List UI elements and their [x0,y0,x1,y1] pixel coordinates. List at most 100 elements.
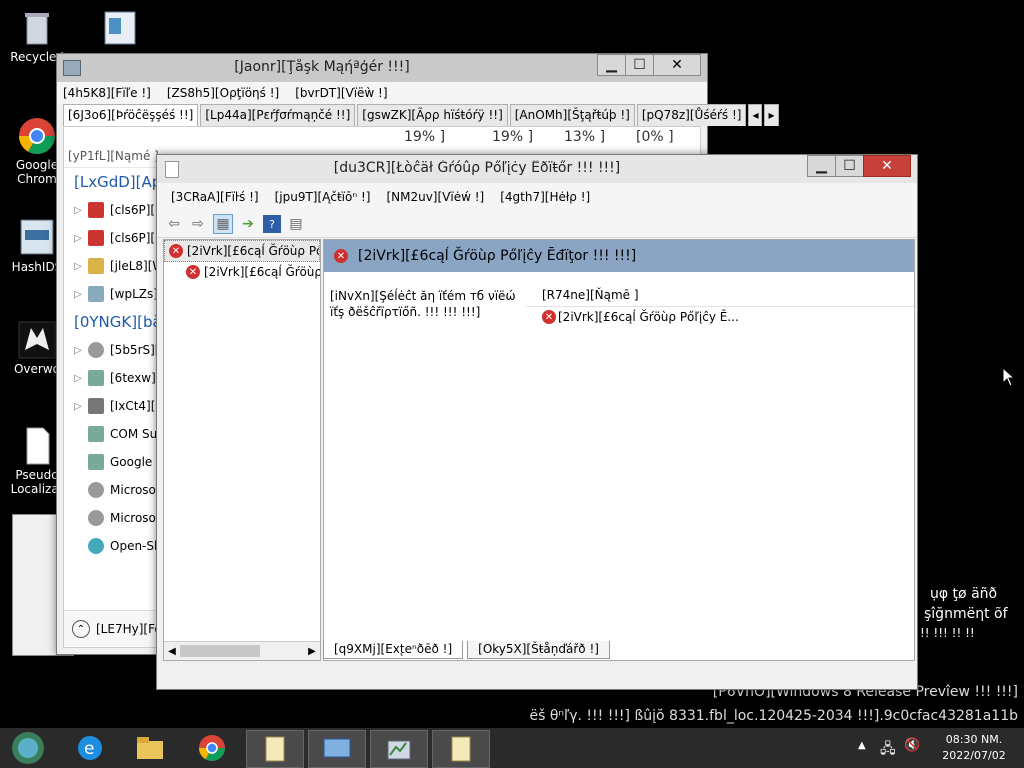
expand-icon[interactable]: ▷ [74,289,88,300]
column-header-name[interactable]: [R74ne][Ňąmē ] [526,284,914,307]
app-row-icon [88,258,104,274]
process-row-icon [88,426,104,442]
internet-explorer-icon: e [78,736,102,760]
taskbar-notepad-2[interactable] [432,730,490,768]
maximize-button[interactable]: ☐ [835,155,864,177]
taskbar-chrome[interactable] [184,730,240,766]
app-row-icon [88,202,104,218]
expand-icon[interactable]: ▷ [74,205,88,216]
menu-file[interactable]: [4h5K8][Fïľe !] [63,86,151,100]
tree-item-label: [2iVrk][£6cąĺ Ğŕöùρ P [204,265,320,279]
error-icon: ✕ [186,265,200,279]
minimize-button[interactable]: ▁ [597,54,626,76]
tree-item-label: [2iVrk][£6cąĺ Ğŕöùρ Pőĺįc [187,244,319,258]
tab-standard[interactable]: [Oky5X][Šŧåņďářð !] [467,641,610,659]
description-text: [iNvXn][Şéĺėĉt ăη ïťém тб νïëώ ïťş ðёšĉř… [330,289,516,319]
expand-icon[interactable]: ▷ [74,373,88,384]
build-watermark: ëš θⁿľγ. !!! !!!] ßûįŏ 8331.fbl_loc.1204… [529,708,1018,724]
printer-icon [88,398,104,414]
help-icon[interactable]: ? [263,215,281,233]
expand-icon[interactable]: ▷ [74,401,88,412]
chrome-icon [17,116,57,156]
tree-item[interactable]: ✕ [2iVrk][£6cąĺ Ğŕöùρ P [164,262,320,282]
column-header-pct[interactable]: 19% ] [404,129,445,145]
title-bar[interactable]: [Jaonr][Ţåşk Mąήªģér !!!] ▁ ☐ ✕ [57,54,707,82]
scrollbar-thumb[interactable] [180,645,260,657]
start-button[interactable] [0,730,56,766]
menu-view[interactable]: [NM2uv][Vïėẃ !] [386,190,484,204]
show-hide-tree-icon[interactable]: ▦ [213,214,233,234]
tab-strip: [6J3o6][Þŕöĉëşşéś !!] [Lp44a][Pεŕƒσŕmąņč… [57,104,779,126]
menu-options[interactable]: [ZS8h5][Oρţïöηś !] [167,86,279,100]
clock-time: 08:30 NM. [945,733,1003,746]
row-name: Microsof [110,483,161,497]
tree-item[interactable]: ✕ [2iVrk][£6cąĺ Ğŕöùρ Pőĺįc [164,240,320,262]
network-icon[interactable]: 🖧 [880,738,896,762]
menu-view[interactable]: [bvrDT][Vïёẁ !] [295,86,387,100]
list-item[interactable]: ✕ [2iVrk][£6cąĺ Ğŕöùρ Pőľįĉy Ē... [526,307,914,327]
menu-file[interactable]: [3CRaA][Fïŀś !] [171,190,259,204]
taskbar-explorer[interactable] [122,730,178,766]
window-title: [du3CR][Łòĉäł Ğŕóûρ Pőľįċy Êðïŧőr !!! !!… [333,160,621,176]
process-row-icon [88,510,104,526]
scroll-left-arrow-icon[interactable]: ◀ [164,646,180,657]
taskbar: e ▲ 🖧 🔇 08:30 NM. 2022/07/02 [0,728,1024,768]
window-shortcut-icon [99,10,139,50]
column-header-name[interactable]: [yP1fL][Nąmé ] [68,149,159,167]
clock-date: 2022/07/02 [942,749,1006,762]
details-pane: ✕ [2iVrk][£6cąĺ Ğŕöùρ Pőľįĉy Ēđïţor !!! … [323,239,915,661]
wolf-icon [17,320,57,360]
tab-scroll-left[interactable]: ◂ [748,104,763,126]
column-header-pct[interactable]: 19% ] [492,129,533,145]
close-button[interactable]: ✕ [653,54,701,76]
clock[interactable]: 08:30 NM. 2022/07/02 [934,732,1014,764]
tab-scroll-right[interactable]: ▸ [764,104,779,126]
document-icon [17,426,57,466]
error-icon: ✕ [542,310,556,324]
back-arrow-icon[interactable]: ⇦ [165,215,183,233]
list-item-label: [2iVrk][£6cąĺ Ğŕöùρ Pőľįĉy Ē... [558,310,739,324]
task-manager-icon [387,740,411,760]
taskbar-ie[interactable]: e [62,730,118,766]
horizontal-scrollbar[interactable]: ◀ ▶ [164,641,320,660]
close-button[interactable]: ✕ [863,155,911,177]
expand-icon[interactable]: ▷ [74,233,88,244]
taskbar-task-manager[interactable] [370,730,428,768]
menu-action[interactable]: [jpu9T][Ąčŧïōⁿ !] [275,190,371,204]
expand-icon[interactable]: ▷ [74,261,88,272]
scroll-right-arrow-icon[interactable]: ▶ [304,646,320,657]
column-header-pct[interactable]: [0% ] [636,129,674,145]
hash-icon [17,218,57,258]
show-hidden-icons-icon[interactable]: ▲ [858,740,866,751]
tab-users[interactable]: [pQ78z][Ůśéŕś !] [636,104,747,126]
desktop-note-line: ụφ ţø äñð [930,586,998,602]
taskbar-notepad[interactable] [246,730,304,768]
title-bar[interactable]: [du3CR][Łòĉäł Ğŕóûρ Pőľįċy Êðïŧőr !!! !!… [157,155,917,183]
app-row-icon [88,230,104,246]
expand-icon[interactable]: ▷ [74,345,88,356]
minimize-button[interactable]: ▁ [807,155,836,177]
tab-extended[interactable]: [q9XMj][Ext̨eⁿðēð !] [323,641,464,659]
column-header-pct[interactable]: 13% ] [564,129,605,145]
taskbar-remote-desktop[interactable] [308,730,366,768]
volume-muted-icon[interactable]: 🔇 [904,738,920,753]
tab-performance[interactable]: [Lp44a][Pεŕƒσŕmąņčé !!] [200,104,356,126]
menu-help[interactable]: [4gth7][Hėłρ !] [500,190,590,204]
remote-desktop-icon [323,738,351,758]
maximize-button[interactable]: ☐ [625,54,654,76]
mouse-cursor-icon [1002,367,1016,387]
app-row-icon [88,286,104,302]
tab-startup[interactable]: [AnOMh][Šţąřŧúþ !] [509,104,635,126]
tab-processes[interactable]: [6J3o6][Þŕöĉëşşéś !!] [63,104,199,126]
tab-app-history[interactable]: [gswZK][Ãρρ hïśŧóŕÿ !!] [357,104,508,126]
recycle-bin-icon [17,8,57,48]
row-name: Microsof [110,511,161,525]
collapse-icon[interactable]: ⌃ [72,620,90,638]
export-list-icon[interactable]: ➔ [239,215,257,233]
desktop-icon-shortcut[interactable] [84,10,154,52]
properties-icon[interactable]: ▤ [287,215,305,233]
forward-arrow-icon[interactable]: ⇨ [189,215,207,233]
list-view: [R74ne][Ňąmē ] ✕ [2iVrk][£6cąĺ Ğŕöùρ Pőľ… [526,272,914,640]
error-icon: ✕ [334,249,348,263]
process-row-icon [88,342,104,358]
